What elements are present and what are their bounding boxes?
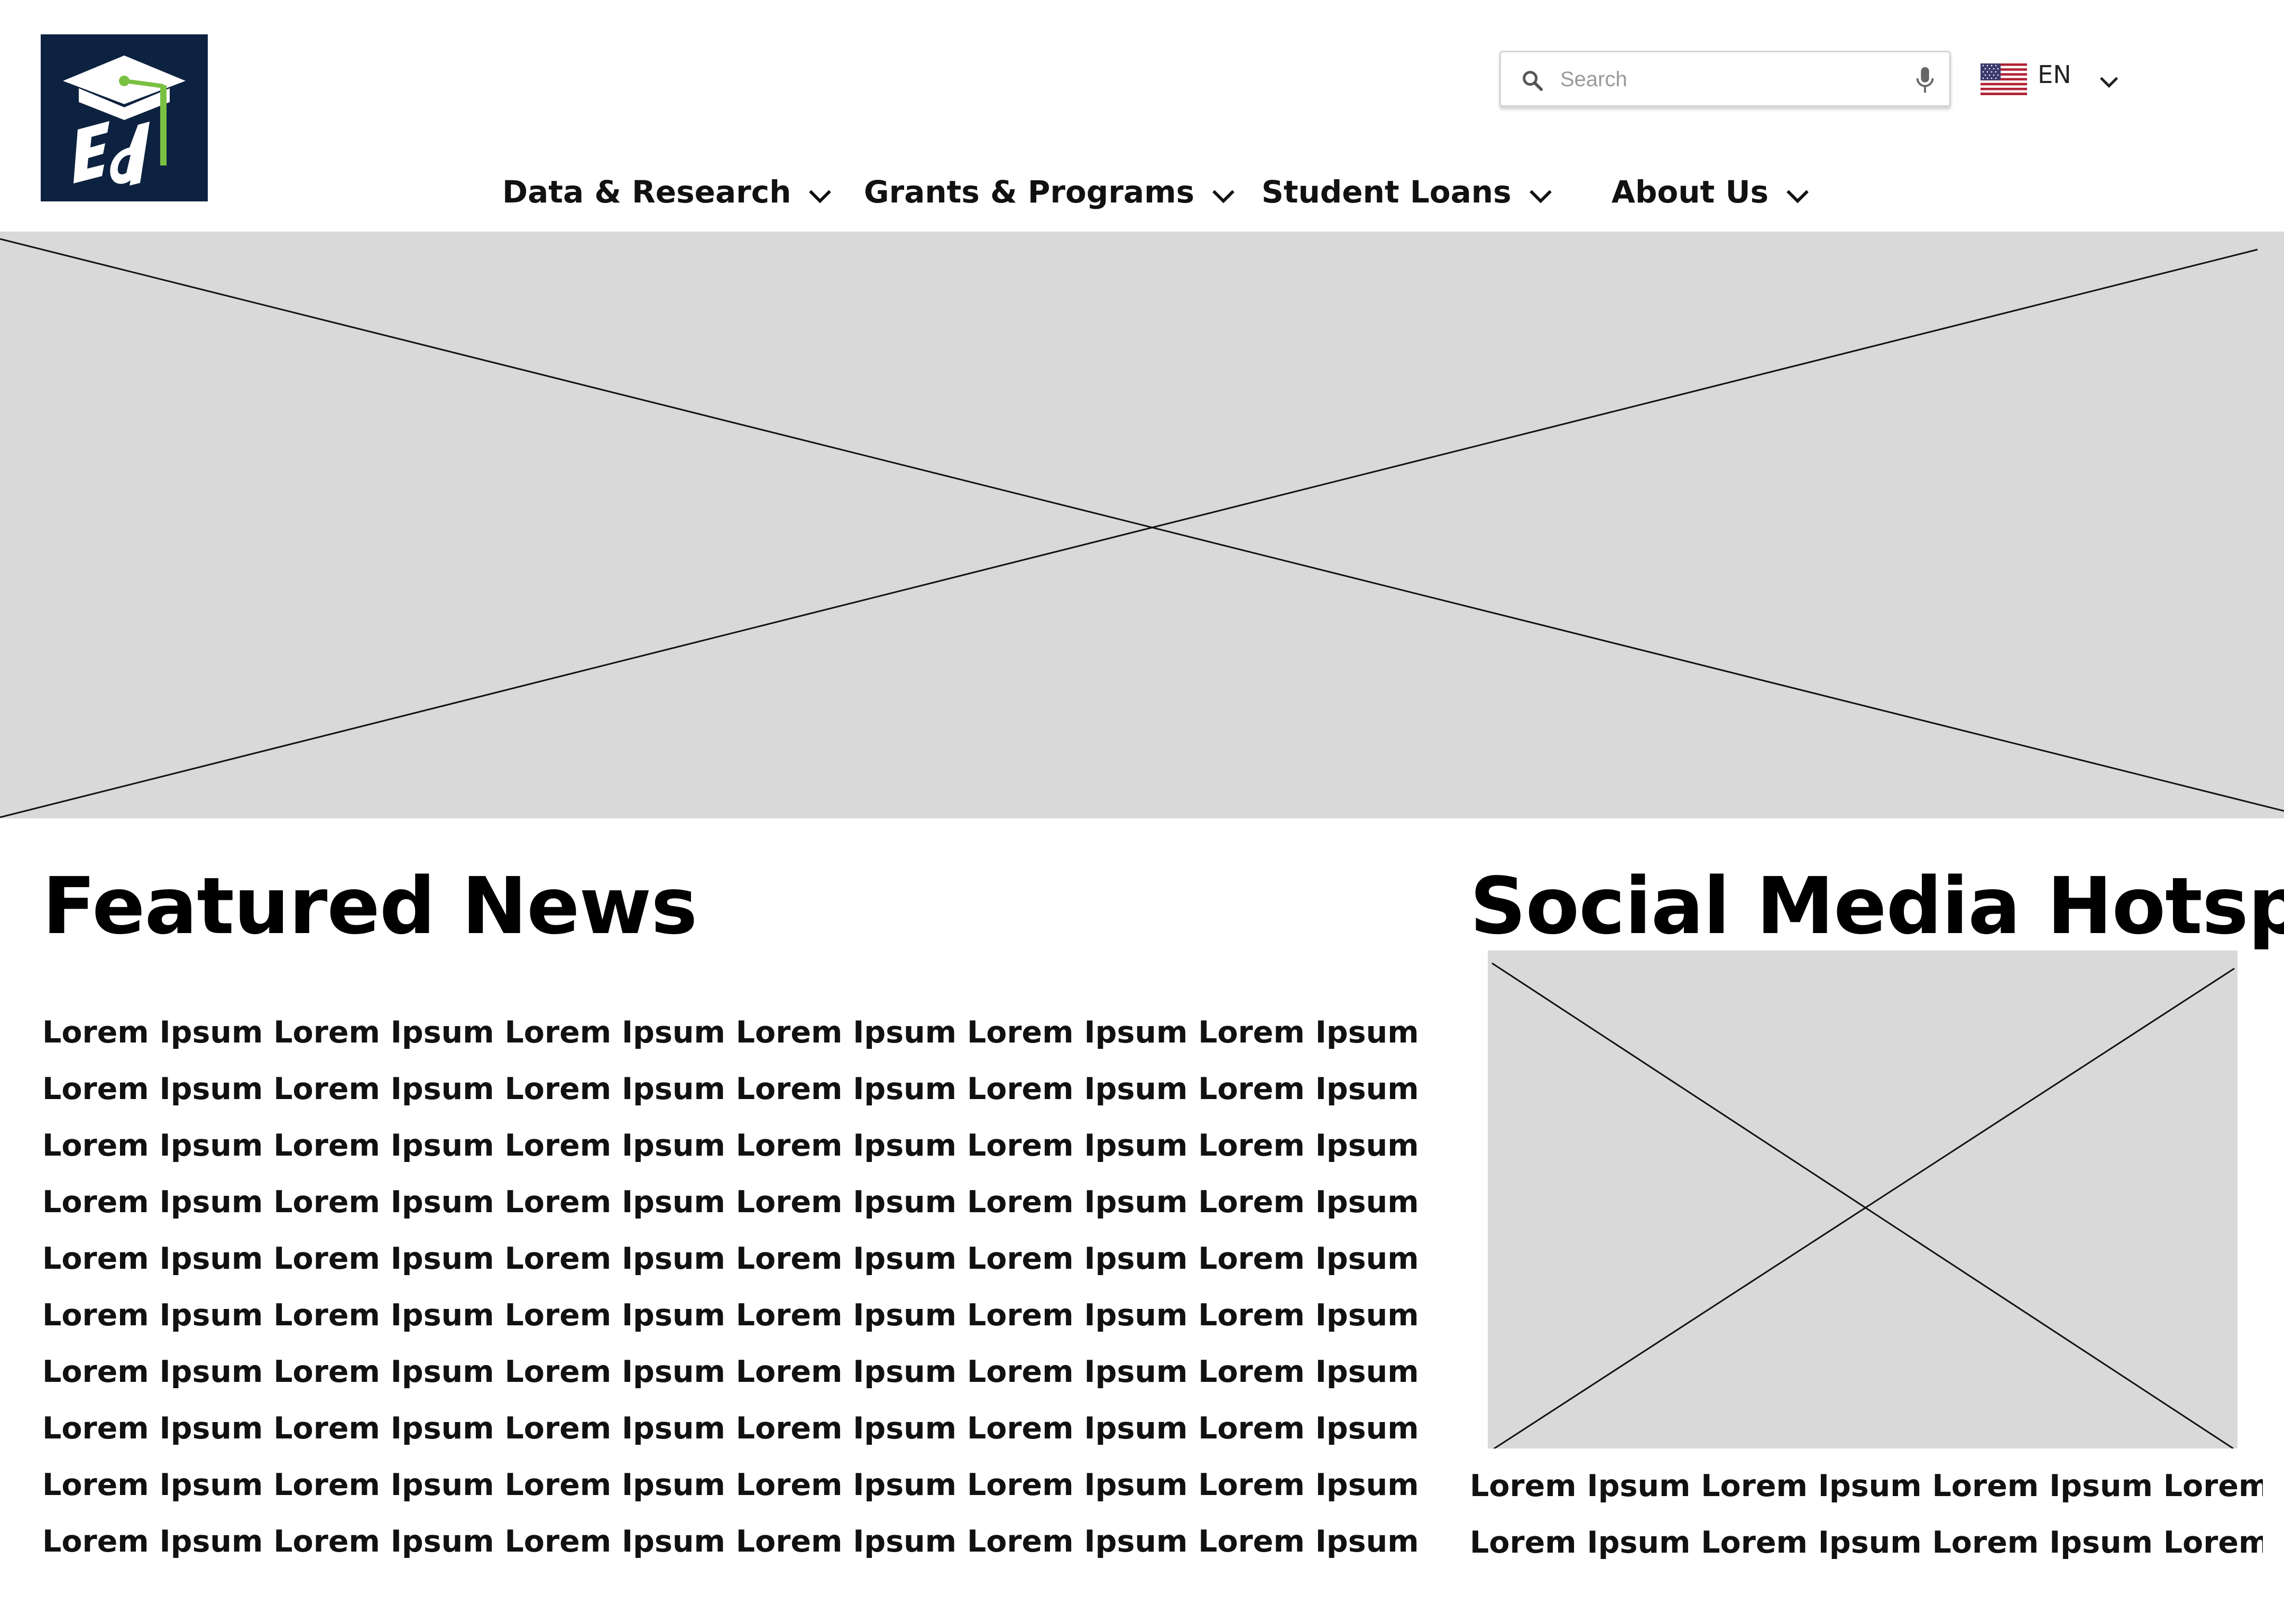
language-selector[interactable]: EN: [1981, 58, 2139, 100]
news-text-line: Lorem Ipsum Lorem Ipsum Lorem Ipsum Lore…: [42, 1185, 1422, 1220]
news-text-line: Lorem Ipsum Lorem Ipsum Lorem Ipsum Lore…: [42, 1354, 1422, 1389]
chevron-down-icon[interactable]: [1784, 183, 1811, 210]
hero-image-placeholder: [0, 232, 2284, 818]
nav-item-student-loans[interactable]: Student Loans: [1261, 168, 1554, 216]
news-text-line: Lorem Ipsum Lorem Ipsum Lorem Ipsum Lore…: [42, 1524, 1422, 1559]
search-box[interactable]: [1499, 51, 1951, 107]
chevron-down-icon[interactable]: [1210, 183, 1237, 210]
nav-item-label: Data & Research: [502, 174, 791, 210]
us-flag-icon: [1981, 63, 2027, 95]
nav-item-label: Student Loans: [1261, 174, 1512, 210]
nav-item-label: Grants & Programs: [864, 174, 1195, 210]
social-media-title: Social Media Hotspot: [1470, 861, 2284, 952]
social-media-image-placeholder: [1488, 951, 2237, 1448]
news-text-line: Lorem Ipsum Lorem Ipsum Lorem Ipsum Lore…: [42, 1298, 1422, 1333]
featured-news-title: Featured News: [42, 861, 697, 952]
social-media-body: Lorem Ipsum Lorem Ipsum Lorem Ipsum Lore…: [1470, 1458, 2263, 1571]
graduation-cap-logo-icon: [63, 56, 186, 186]
search-input[interactable]: [1560, 63, 1899, 96]
news-text-line: Lorem Ipsum Lorem Ipsum Lorem Ipsum Lore…: [42, 1241, 1422, 1276]
news-text-line: Lorem Ipsum Lorem Ipsum Lorem Ipsum Lore…: [42, 1128, 1422, 1163]
news-text-line: Lorem Ipsum Lorem Ipsum Lorem Ipsum Lore…: [42, 1468, 1422, 1502]
search-icon[interactable]: [1520, 68, 1544, 93]
chevron-down-icon[interactable]: [807, 183, 833, 210]
language-code: EN: [2038, 60, 2071, 89]
social-text-line: Lorem Ipsum Lorem Ipsum Lorem Ipsum Lore…: [1470, 1469, 2263, 1503]
site-logo[interactable]: [41, 34, 208, 201]
nav-item-grants-programs[interactable]: Grants & Programs: [864, 168, 1237, 216]
news-text-line: Lorem Ipsum Lorem Ipsum Lorem Ipsum Lore…: [42, 1411, 1422, 1446]
news-text-line: Lorem Ipsum Lorem Ipsum Lorem Ipsum Lore…: [42, 1072, 1422, 1106]
chevron-down-icon[interactable]: [2097, 70, 2121, 94]
featured-news-body: Lorem Ipsum Lorem Ipsum Lorem Ipsum Lore…: [42, 1004, 1422, 1570]
news-text-line: Lorem Ipsum Lorem Ipsum Lorem Ipsum Lore…: [42, 1015, 1422, 1050]
nav-item-label: About Us: [1611, 174, 1769, 210]
nav-item-about-us[interactable]: About Us: [1611, 168, 1811, 216]
nav-item-data-research[interactable]: Data & Research: [502, 168, 833, 216]
microphone-icon[interactable]: [1914, 66, 1936, 95]
social-text-line: Lorem Ipsum Lorem Ipsum Lorem Ipsum Lore…: [1470, 1525, 2263, 1560]
chevron-down-icon[interactable]: [1527, 183, 1554, 210]
